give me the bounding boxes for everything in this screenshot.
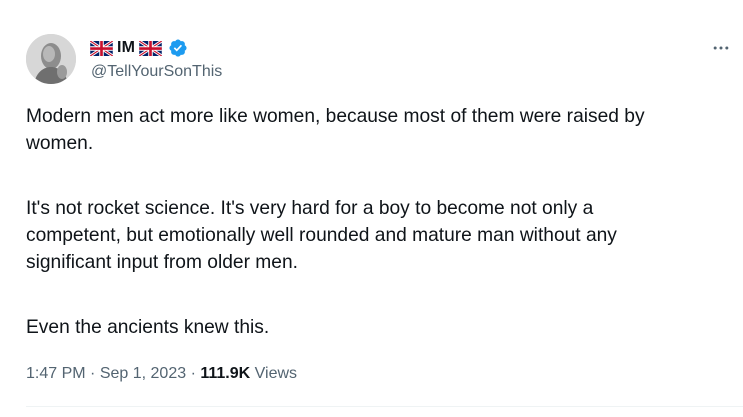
avatar-statue-image	[26, 34, 76, 84]
more-horizontal-icon	[713, 46, 729, 50]
tweet-date: Sep 1, 2023	[99, 365, 187, 382]
divider	[26, 406, 743, 407]
tweet-line: Modern men act more like women, because …	[26, 106, 645, 127]
tweet-line: Even the ancients knew this.	[26, 317, 270, 338]
tweet-time: 1:47 PM	[26, 365, 86, 382]
views-label: Views	[254, 365, 298, 382]
author-name-row[interactable]: IM	[90, 38, 188, 58]
tweet-paragraph: Modern men act more like women, because …	[26, 103, 645, 157]
tweet-timestamp-link[interactable]: 1:47 PM · Sep 1, 2023	[26, 365, 186, 382]
meta-separator: ·	[90, 365, 96, 382]
tweet-line: competent, but emotionally well rounded …	[26, 225, 617, 246]
more-options-button[interactable]	[706, 36, 736, 60]
display-name[interactable]: IM	[117, 38, 135, 58]
meta-separator: ·	[190, 365, 196, 382]
uk-flag-icon	[90, 40, 113, 56]
tweet-line: women.	[26, 133, 94, 154]
uk-flag-icon	[139, 40, 163, 56]
tweet-line: It's not rocket science. It's very hard …	[26, 198, 594, 219]
author-handle[interactable]: @TellYourSonThis	[91, 62, 222, 82]
verified-badge-icon[interactable]	[168, 38, 188, 58]
avatar[interactable]	[26, 34, 76, 84]
tweet-paragraph: It's not rocket science. It's very hard …	[26, 195, 617, 276]
tweet-line: significant input from older men.	[26, 252, 298, 273]
tweet-paragraph: Even the ancients knew this.	[26, 314, 269, 341]
tweet-meta: 1:47 PM · Sep 1, 2023 · 111.9K Views	[26, 364, 297, 384]
views-count: 111.9K	[200, 365, 251, 382]
